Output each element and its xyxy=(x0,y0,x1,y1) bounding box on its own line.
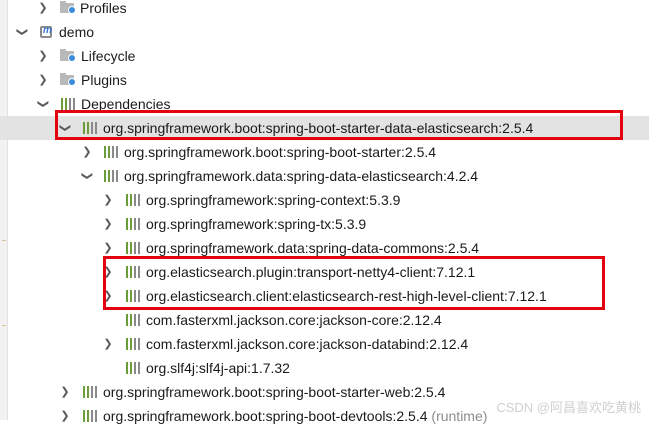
library-icon xyxy=(126,194,142,206)
tree-item-lifecycle[interactable]: ❯ Lifecycle xyxy=(0,44,649,68)
library-icon xyxy=(104,170,120,182)
dependency-item[interactable]: ❯ org.springframework:spring-context:5.3… xyxy=(0,188,649,212)
profiles-folder-icon xyxy=(60,0,76,14)
scope-label: (runtime) xyxy=(431,408,488,424)
library-icon xyxy=(126,362,142,374)
highlight-box xyxy=(103,256,605,310)
watermark: CSDN @阿昌喜欢吃黄桃 xyxy=(496,400,641,415)
library-icon xyxy=(104,146,120,158)
library-icon xyxy=(83,386,99,398)
chevron-right-icon[interactable]: ❯ xyxy=(82,145,92,159)
tree-item-label: Lifecycle xyxy=(81,48,136,64)
chevron-right-icon[interactable]: ❯ xyxy=(103,241,113,255)
dependency-label: org.springframework.data:spring-data-ela… xyxy=(124,168,479,184)
chevron-right-icon[interactable]: ❯ xyxy=(60,385,70,399)
dependency-label: com.fasterxml.jackson.core:jackson-core:… xyxy=(146,312,442,328)
dependency-label: org.springframework.boot:spring-boot-sta… xyxy=(124,144,437,160)
chevron-right-icon[interactable]: ❯ xyxy=(38,1,48,15)
dependency-item[interactable]: ❯ org.springframework.boot:spring-boot-s… xyxy=(0,140,649,164)
library-icon xyxy=(126,314,142,326)
chevron-right-icon[interactable]: ❯ xyxy=(103,337,113,351)
dependency-item[interactable]: com.fasterxml.jackson.core:jackson-core:… xyxy=(0,308,649,332)
tree-item-demo[interactable]: ❯ m demo xyxy=(0,20,649,44)
dependency-item[interactable]: ❯ org.springframework:spring-tx:5.3.9 xyxy=(0,212,649,236)
highlight-box xyxy=(55,110,623,140)
tree-item-label: demo xyxy=(59,24,95,40)
dependency-label: org.springframework.boot:spring-boot-sta… xyxy=(103,384,446,400)
tree-item-label: Profiles xyxy=(80,0,127,16)
library-icon xyxy=(126,242,142,254)
dependency-label: org.springframework:spring-context:5.3.9 xyxy=(146,192,401,208)
dependency-label: com.fasterxml.jackson.core:jackson-datab… xyxy=(146,336,469,352)
chevron-down-icon[interactable]: ❯ xyxy=(15,27,29,37)
dependency-label: org.springframework:spring-tx:5.3.9 xyxy=(146,216,367,232)
chevron-right-icon[interactable]: ❯ xyxy=(103,217,113,231)
tree-item-label: Plugins xyxy=(81,72,127,88)
library-icon xyxy=(61,98,77,110)
chevron-right-icon[interactable]: ❯ xyxy=(60,409,70,423)
lifecycle-folder-icon xyxy=(60,48,76,62)
library-icon xyxy=(83,410,99,422)
dependency-item[interactable]: ❯ org.springframework.data:spring-data-e… xyxy=(0,164,649,188)
chevron-right-icon[interactable]: ❯ xyxy=(38,73,48,87)
maven-module-icon: m xyxy=(39,24,55,40)
plugins-folder-icon xyxy=(60,72,76,86)
chevron-down-icon[interactable]: ❯ xyxy=(36,99,50,109)
chevron-right-icon[interactable]: ❯ xyxy=(38,49,48,63)
library-icon xyxy=(126,338,142,350)
chevron-down-icon[interactable]: ❯ xyxy=(80,171,94,181)
tree-item-profiles[interactable]: ❯ Profiles xyxy=(0,0,649,20)
dependency-label: org.springframework.boot:spring-boot-dev… xyxy=(103,408,488,424)
chevron-right-icon[interactable]: ❯ xyxy=(103,193,113,207)
dependency-item[interactable]: org.slf4j:slf4j-api:1.7.32 xyxy=(0,356,649,380)
dependency-label: org.slf4j:slf4j-api:1.7.32 xyxy=(146,360,290,376)
tree-item-plugins[interactable]: ❯ Plugins xyxy=(0,68,649,92)
dependency-item[interactable]: ❯ com.fasterxml.jackson.core:jackson-dat… xyxy=(0,332,649,356)
library-icon xyxy=(126,218,142,230)
dependency-label: org.springframework.data:spring-data-com… xyxy=(146,240,480,256)
